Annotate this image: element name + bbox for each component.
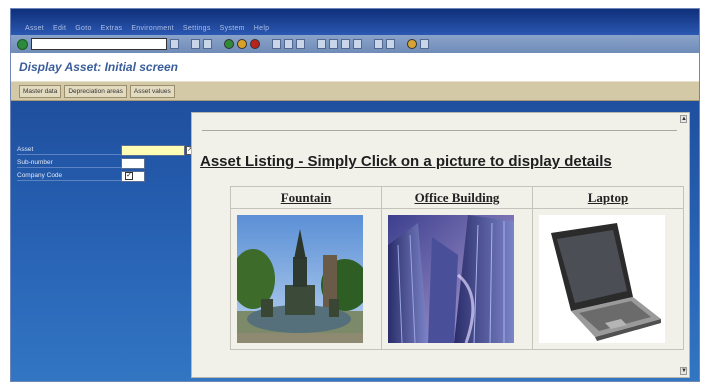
last-page-icon[interactable] bbox=[353, 39, 362, 49]
find-next-icon[interactable] bbox=[296, 39, 305, 49]
asset-row: Asset ↗ bbox=[17, 144, 193, 156]
create-session-icon[interactable] bbox=[374, 39, 383, 49]
menu-extras[interactable]: Extras bbox=[101, 25, 123, 32]
sub-number-label: Sub-number bbox=[17, 158, 121, 168]
menu-edit[interactable]: Edit bbox=[53, 25, 66, 32]
fountain-link[interactable]: Fountain bbox=[231, 187, 381, 209]
asset-listing-heading: Asset Listing - Simply Click on a pictur… bbox=[200, 153, 612, 170]
first-page-icon[interactable] bbox=[317, 39, 326, 49]
command-field[interactable] bbox=[31, 38, 167, 50]
asset-cell-laptop: Laptop bbox=[533, 187, 683, 349]
office-building-image[interactable] bbox=[388, 215, 514, 343]
cancel-icon[interactable] bbox=[250, 39, 260, 49]
back-icon[interactable] bbox=[224, 39, 234, 49]
save-icon[interactable] bbox=[203, 39, 212, 49]
company-code-label: Company Code bbox=[17, 171, 121, 181]
standard-toolbar bbox=[11, 35, 699, 53]
asset-cell-office-building: Office Building bbox=[382, 187, 533, 349]
sap-window: Asset Edit Goto Extras Environment Setti… bbox=[10, 8, 700, 382]
asset-cell-fountain: Fountain bbox=[231, 187, 382, 349]
asset-values-button[interactable]: Asset values bbox=[129, 84, 175, 98]
find-icon[interactable] bbox=[284, 39, 293, 49]
company-code-row: Company Code ✓ bbox=[17, 170, 145, 182]
panel-divider bbox=[202, 130, 677, 131]
company-code-checkbox-icon: ✓ bbox=[125, 172, 133, 180]
scroll-down-icon[interactable]: ▼ bbox=[680, 367, 687, 375]
previous-page-icon[interactable] bbox=[329, 39, 338, 49]
asset-listing-panel: ▲ ▼ Asset Listing - Simply Click on a pi… bbox=[191, 112, 690, 378]
enter-icon[interactable] bbox=[17, 38, 28, 50]
asset-input[interactable] bbox=[121, 144, 185, 156]
menu-settings[interactable]: Settings bbox=[183, 25, 211, 32]
company-code-input[interactable]: ✓ bbox=[121, 170, 145, 182]
depreciation-areas-button[interactable]: Depreciation areas bbox=[64, 84, 127, 98]
command-dropdown-icon[interactable] bbox=[170, 39, 179, 49]
shortcut-icon[interactable] bbox=[386, 39, 395, 49]
office-building-link[interactable]: Office Building bbox=[382, 187, 532, 209]
fountain-image[interactable] bbox=[237, 215, 363, 343]
screen-title: Display Asset: Initial screen bbox=[19, 60, 178, 74]
title-bar: Display Asset: Initial screen bbox=[11, 53, 699, 81]
application-toolbar: Master data Depreciation areas Asset val… bbox=[11, 81, 699, 101]
menu-system[interactable]: System bbox=[220, 25, 245, 32]
next-page-icon[interactable] bbox=[341, 39, 350, 49]
asset-table: Fountain Office Building Laptop bbox=[230, 186, 684, 350]
menu-asset[interactable]: Asset bbox=[25, 25, 44, 32]
separator-icon bbox=[191, 39, 200, 49]
laptop-image[interactable] bbox=[539, 215, 665, 343]
help-icon[interactable] bbox=[407, 39, 417, 49]
layout-menu-icon[interactable] bbox=[420, 39, 429, 49]
laptop-link[interactable]: Laptop bbox=[533, 187, 683, 209]
asset-label: Asset bbox=[17, 145, 121, 155]
menu-bar: Asset Edit Goto Extras Environment Setti… bbox=[11, 9, 699, 35]
exit-icon[interactable] bbox=[237, 39, 247, 49]
menu-environment[interactable]: Environment bbox=[131, 25, 174, 32]
menu-help[interactable]: Help bbox=[254, 25, 270, 32]
sub-number-input[interactable] bbox=[121, 157, 145, 169]
print-icon[interactable] bbox=[272, 39, 281, 49]
master-data-button[interactable]: Master data bbox=[19, 84, 62, 98]
sub-number-row: Sub-number bbox=[17, 157, 145, 169]
scroll-up-icon[interactable]: ▲ bbox=[680, 115, 687, 123]
menu-goto[interactable]: Goto bbox=[75, 25, 91, 32]
